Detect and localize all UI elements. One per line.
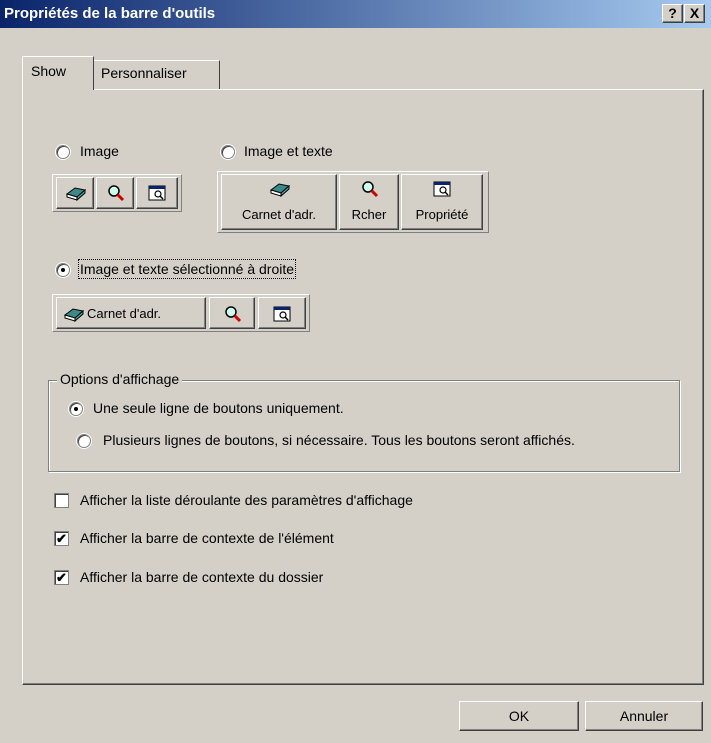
ok-button[interactable]: OK xyxy=(459,701,579,731)
radio-image-text[interactable] xyxy=(221,145,235,159)
close-button[interactable]: X xyxy=(684,4,705,23)
checkbox-view-settings-dropdown-label: Afficher la liste déroulante des paramèt… xyxy=(80,492,413,508)
checkbox-view-settings-dropdown[interactable] xyxy=(54,493,69,508)
tab-show[interactable]: Show xyxy=(22,56,94,90)
check-icon: ✔ xyxy=(56,570,67,585)
radio-image-text: Image xyxy=(80,143,119,159)
check-icon: ✔ xyxy=(56,531,67,546)
magnifier-icon xyxy=(108,185,125,202)
preview-search-button xyxy=(96,177,134,209)
preview-address-book-button: Carnet d'adr. xyxy=(56,297,206,329)
radio-image[interactable] xyxy=(56,145,70,159)
radio-multi-row[interactable] xyxy=(77,434,91,448)
cancel-button[interactable]: Annuler xyxy=(585,701,703,731)
preview-properties-button xyxy=(136,177,178,209)
address-book-icon xyxy=(63,308,85,323)
properties-icon xyxy=(433,181,451,197)
magnifier-icon xyxy=(225,306,242,323)
radio-image-label: Image xyxy=(80,143,119,159)
radio-image-text-label: Image et texte xyxy=(244,143,333,159)
preview-image-only xyxy=(52,174,182,212)
tab-label: Show xyxy=(31,63,67,79)
preview-properties-label: Propriété xyxy=(415,207,469,222)
magnifier-icon xyxy=(362,181,379,198)
preview-search-label: Rcher xyxy=(351,207,387,222)
preview-address-book-button: Carnet d'adr. xyxy=(221,174,337,230)
radio-image-text-right-label: Image et texte sélectionné à droite xyxy=(77,259,297,279)
checkbox-item-context-bar-label: Afficher la barre de contexte de l'éléme… xyxy=(80,530,334,546)
preview-address-book-label: Carnet d'adr. xyxy=(87,306,162,321)
radio-image-text-right[interactable] xyxy=(56,263,70,277)
display-options-group: Options d'affichage Une seule ligne de b… xyxy=(48,371,680,472)
window-title: Propriétés de la barre d'outils xyxy=(4,5,216,22)
preview-properties-button xyxy=(258,297,306,329)
display-options-legend: Options d'affichage xyxy=(57,371,183,387)
checkbox-item-context-bar[interactable]: ✔ xyxy=(54,531,69,546)
preview-address-book-label: Carnet d'adr. xyxy=(241,207,317,222)
radio-multi-row-label: Plusieurs lignes de boutons, si nécessai… xyxy=(103,432,575,448)
preview-search-button: Rcher xyxy=(339,174,399,230)
preview-image-text: Carnet d'adr. Rcher Propriété xyxy=(217,171,489,233)
tab-personnaliser[interactable]: Personnaliser xyxy=(92,60,220,90)
preview-search-button xyxy=(209,297,255,329)
radio-image-text-right-text: Image et texte sélectionné à droite xyxy=(80,261,295,277)
radio-single-row-label: Une seule ligne de boutons uniquement. xyxy=(93,400,344,416)
preview-image-text-right: Carnet d'adr. xyxy=(52,294,310,332)
tab-label: Personnaliser xyxy=(101,65,187,81)
address-book-icon xyxy=(65,187,87,202)
title-bar: Propriétés de la barre d'outils ? X xyxy=(0,0,711,28)
help-button[interactable]: ? xyxy=(662,4,683,23)
preview-address-book-button xyxy=(56,177,94,209)
preview-properties-button: Propriété xyxy=(401,174,483,230)
radio-single-row[interactable] xyxy=(69,402,83,416)
properties-icon xyxy=(273,306,291,322)
radio-image-text-text: Image et texte xyxy=(244,143,333,159)
checkbox-folder-context-bar[interactable]: ✔ xyxy=(54,570,69,585)
properties-icon xyxy=(148,185,166,201)
checkbox-folder-context-bar-label: Afficher la barre de contexte du dossier xyxy=(80,569,324,585)
address-book-icon xyxy=(269,183,291,198)
